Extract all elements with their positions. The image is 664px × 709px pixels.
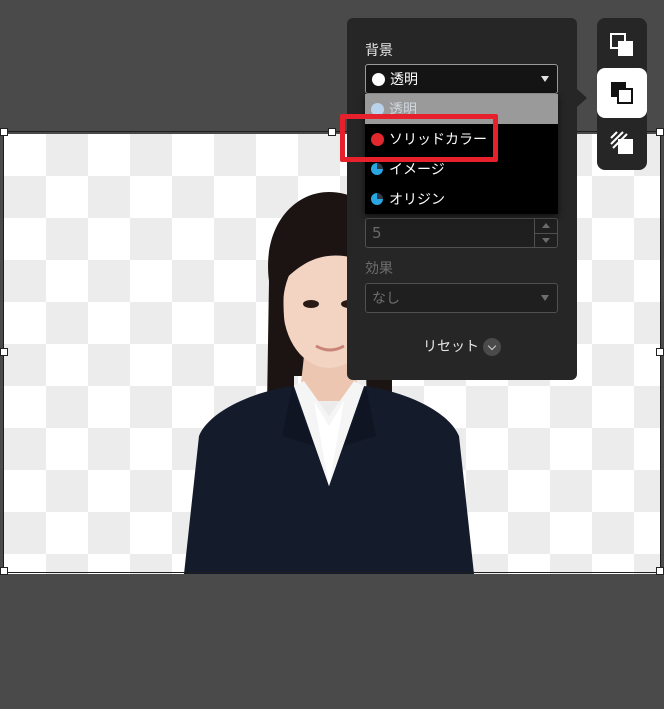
selected-value: 透明 xyxy=(390,72,418,88)
resize-handle-bottom-right[interactable] xyxy=(656,567,664,575)
resize-handle-middle-left[interactable] xyxy=(0,348,8,356)
layer-background-icon xyxy=(611,82,633,104)
layer-front-button[interactable] xyxy=(597,20,647,70)
effect-value: なし xyxy=(372,291,400,307)
number-value: 5 xyxy=(372,224,382,242)
number-input[interactable]: 5 xyxy=(365,218,558,248)
option-label: オリジン xyxy=(389,192,445,208)
white-dot-icon xyxy=(372,72,385,86)
layer-background-button[interactable] xyxy=(597,68,647,118)
stepper-down-icon[interactable] xyxy=(535,234,557,248)
pie-icon xyxy=(371,163,383,175)
number-stepper[interactable] xyxy=(534,219,557,247)
layer-toolbar xyxy=(597,18,647,170)
resize-handle-top-right[interactable] xyxy=(656,128,664,136)
reset-label: リセット xyxy=(423,339,479,355)
resize-handle-top-middle[interactable] xyxy=(328,128,336,136)
reset-button[interactable]: リセット xyxy=(347,336,577,356)
resize-handle-bottom-left[interactable] xyxy=(0,567,8,575)
effect-label: 効果 xyxy=(365,261,393,277)
highlight-annotation-box xyxy=(340,114,498,162)
panel-title: 背景 xyxy=(365,43,393,59)
dropdown-option-origin[interactable]: オリジン xyxy=(365,184,558,214)
panel-pointer xyxy=(577,89,587,107)
stepper-up-icon[interactable] xyxy=(535,219,557,234)
layer-pattern-button[interactable] xyxy=(597,118,647,168)
chevron-down-icon xyxy=(541,295,549,301)
layer-front-icon xyxy=(610,33,633,56)
chevron-down-icon xyxy=(483,338,501,356)
background-type-select[interactable]: 透明 xyxy=(365,64,558,94)
chevron-down-icon xyxy=(541,76,549,82)
effect-select[interactable]: なし xyxy=(365,283,558,313)
pie-icon xyxy=(371,193,383,205)
resize-handle-top-left[interactable] xyxy=(0,128,8,136)
layer-pattern-icon xyxy=(610,131,633,154)
option-label: イメージ xyxy=(389,162,445,178)
resize-handle-middle-right[interactable] xyxy=(656,348,664,356)
